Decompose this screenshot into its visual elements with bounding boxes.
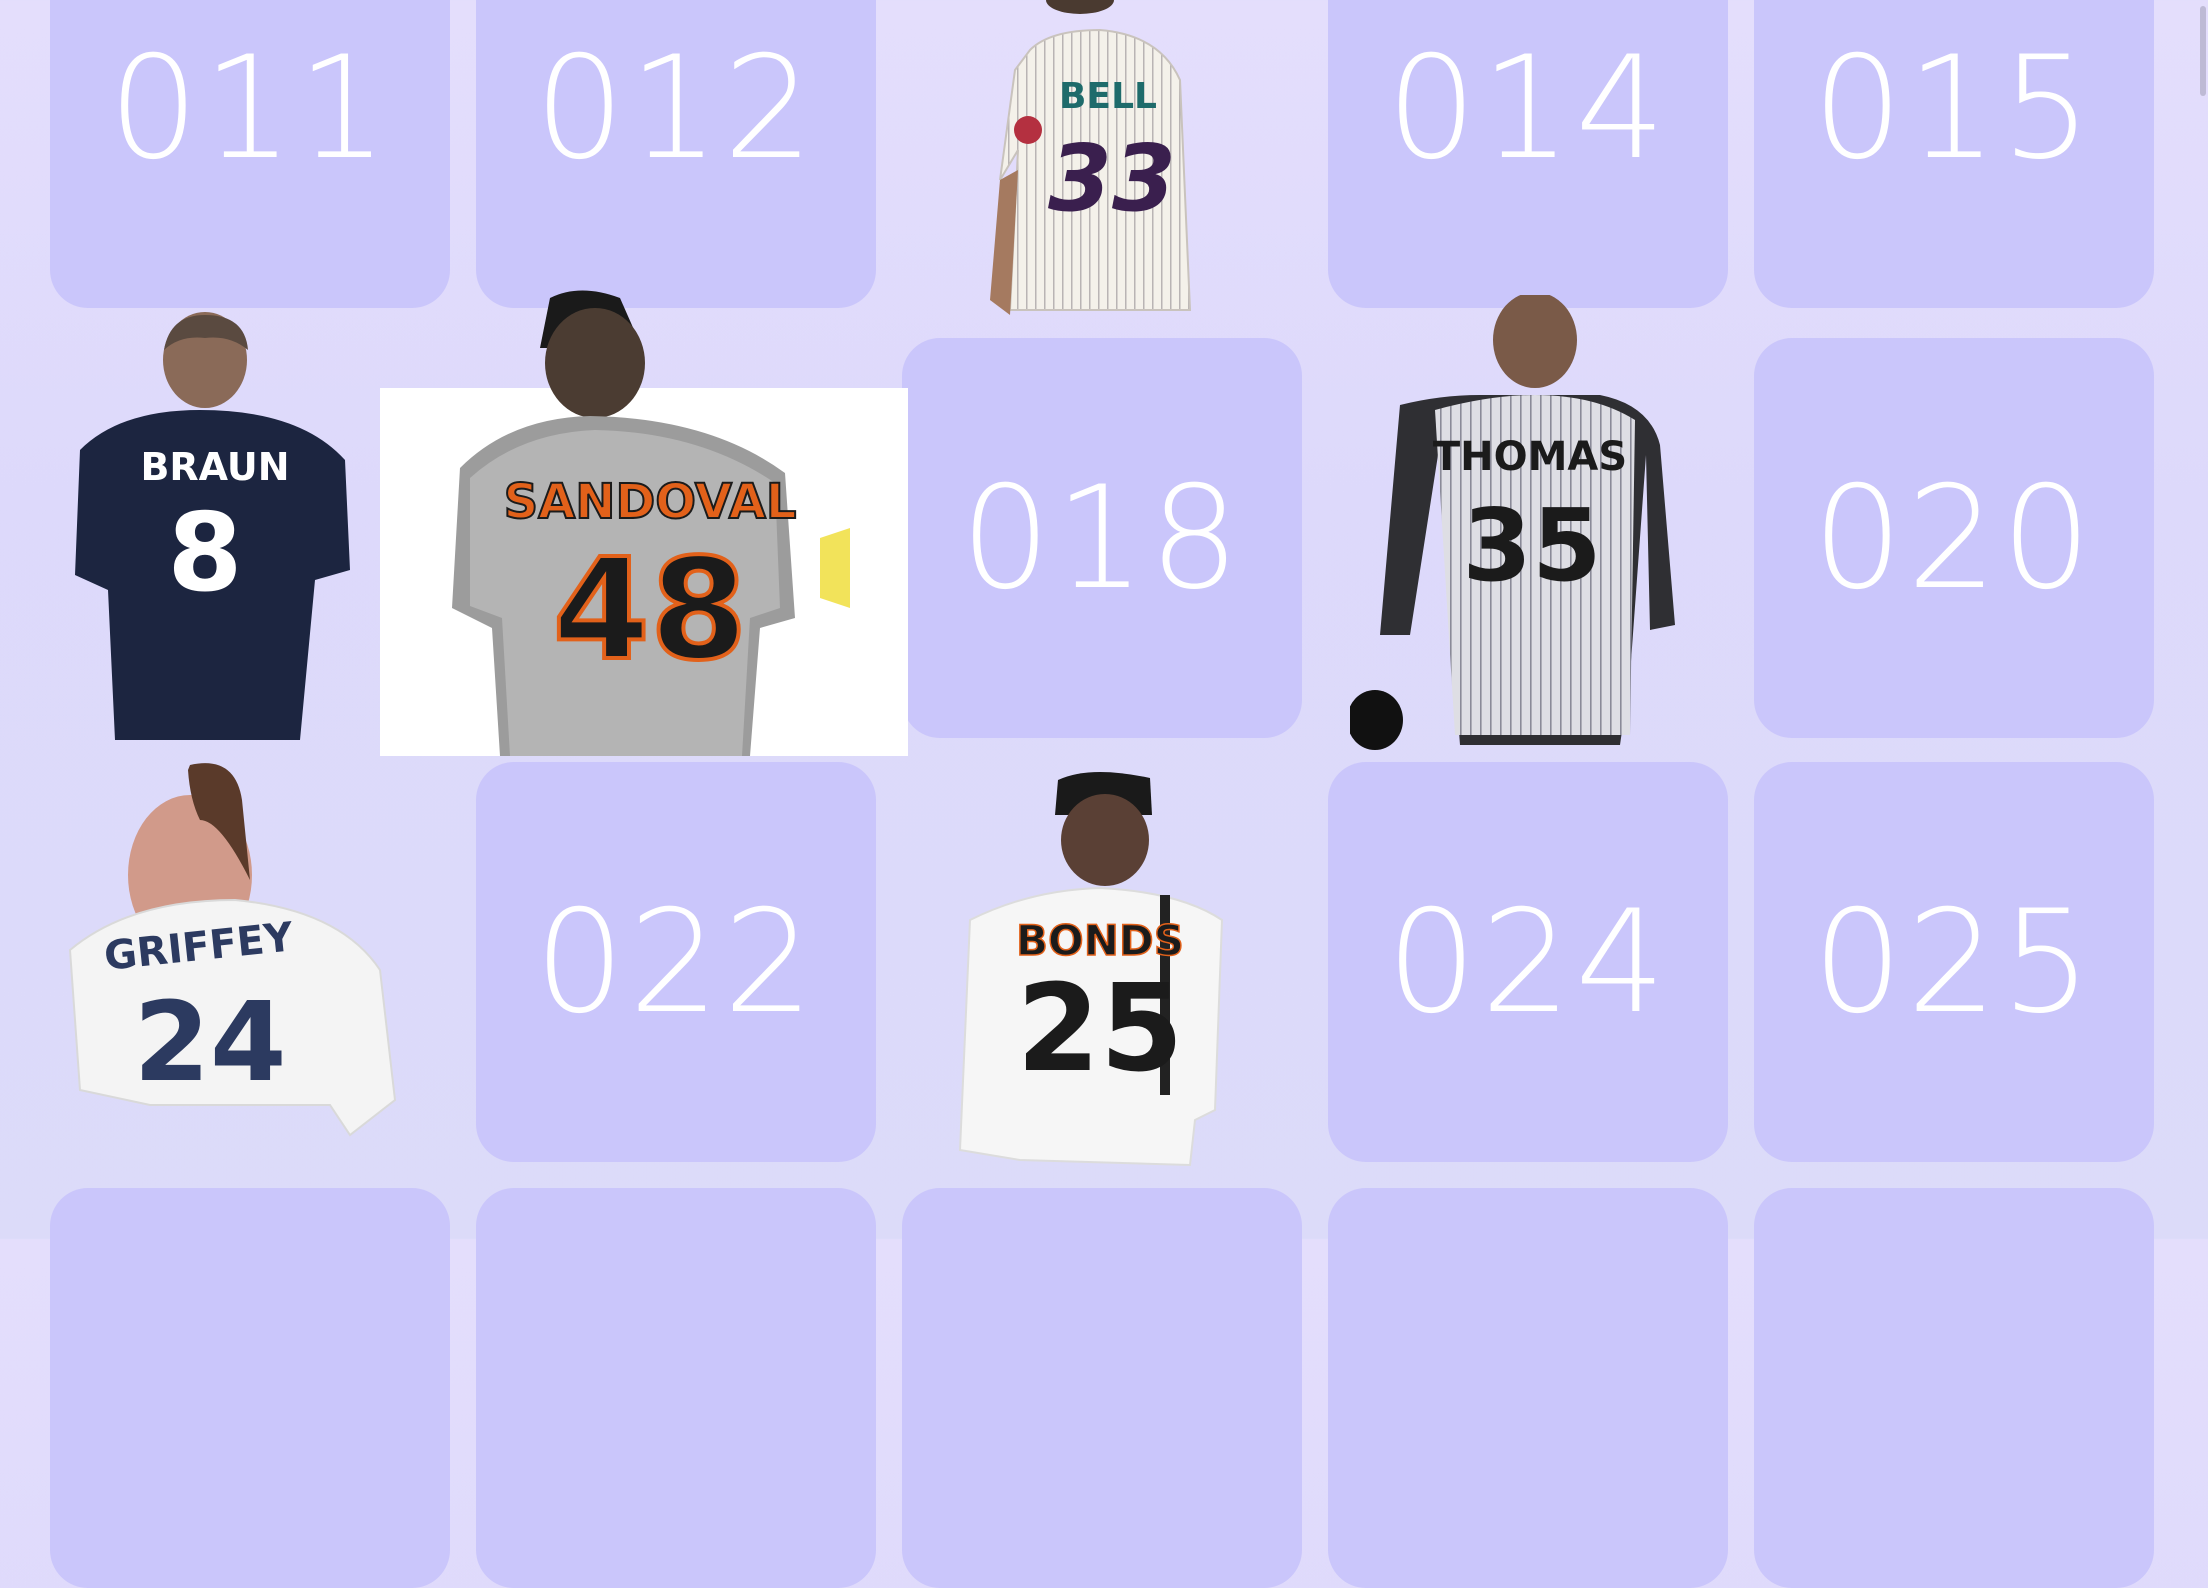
jersey-number: 35 <box>1462 487 1601 604</box>
tile-number: 025 <box>1812 879 2096 1045</box>
jersey-number: 24 <box>133 978 286 1106</box>
tile-number: 018 <box>960 455 1244 621</box>
scrollbar-thumb[interactable] <box>2200 6 2206 96</box>
player-photo-thomas[interactable]: THOMAS 35 <box>1350 295 1680 760</box>
tile-row4-3[interactable] <box>902 1188 1302 1588</box>
tile-011[interactable]: 011 <box>50 0 450 308</box>
player-bell-figure: BELL 33 <box>990 0 1192 315</box>
player-photo-braun[interactable]: BRAUN 8 <box>60 310 360 750</box>
jersey-number: 25 <box>1017 960 1184 1099</box>
tile-number: 024 <box>1386 879 1670 1045</box>
player-braun-figure: BRAUN 8 <box>75 312 350 740</box>
tile-number: 020 <box>1812 455 2096 621</box>
tile-number: 011 <box>108 25 392 191</box>
jersey-name: SANDOVAL <box>504 474 797 530</box>
tile-number: 014 <box>1386 25 1670 191</box>
player-bonds-figure: BONDS 25 <box>958 771 1224 1167</box>
jersey-name: BONDS <box>1016 916 1184 965</box>
player-sandoval-figure: SANDOVAL 48 <box>380 290 908 756</box>
player-photo-sandoval[interactable]: SANDOVAL 48 <box>380 288 908 756</box>
tile-025[interactable]: 025 <box>1754 762 2154 1162</box>
tile-row4-4[interactable] <box>1328 1188 1728 1588</box>
player-thomas-figure: THOMAS 35 <box>1350 295 1675 750</box>
tile-024[interactable]: 024 <box>1328 762 1728 1162</box>
player-photo-bonds[interactable]: BONDS 25 <box>940 770 1230 1170</box>
tile-number: 015 <box>1812 25 2096 191</box>
tile-020[interactable]: 020 <box>1754 338 2154 738</box>
tile-row4-2[interactable] <box>476 1188 876 1588</box>
jersey-name: BELL <box>1059 76 1157 117</box>
player-photo-griffey[interactable]: GRIFFEY 24 <box>60 760 400 1140</box>
number-grid: 011 012 014 015 018 020 022 024 025 BELL… <box>0 0 2208 1588</box>
tile-number: 022 <box>534 879 818 1045</box>
tile-022[interactable]: 022 <box>476 762 876 1162</box>
tile-018[interactable]: 018 <box>902 338 1302 738</box>
tile-012[interactable]: 012 <box>476 0 876 308</box>
tile-015[interactable]: 015 <box>1754 0 2154 308</box>
jersey-name: THOMAS <box>1433 434 1627 480</box>
jersey-number: 48 <box>553 529 748 692</box>
jersey-name: BRAUN <box>140 445 289 489</box>
jersey-number: 33 <box>1048 125 1176 232</box>
jersey-number: 8 <box>167 491 242 616</box>
vertical-scrollbar[interactable] <box>2196 0 2208 1239</box>
player-griffey-figure: GRIFFEY 24 <box>68 763 397 1137</box>
tile-row4-1[interactable] <box>50 1188 450 1588</box>
player-photo-bell[interactable]: BELL 33 <box>990 0 1200 320</box>
tile-row4-5[interactable] <box>1754 1188 2154 1588</box>
tile-014[interactable]: 014 <box>1328 0 1728 308</box>
tile-number: 012 <box>534 25 818 191</box>
